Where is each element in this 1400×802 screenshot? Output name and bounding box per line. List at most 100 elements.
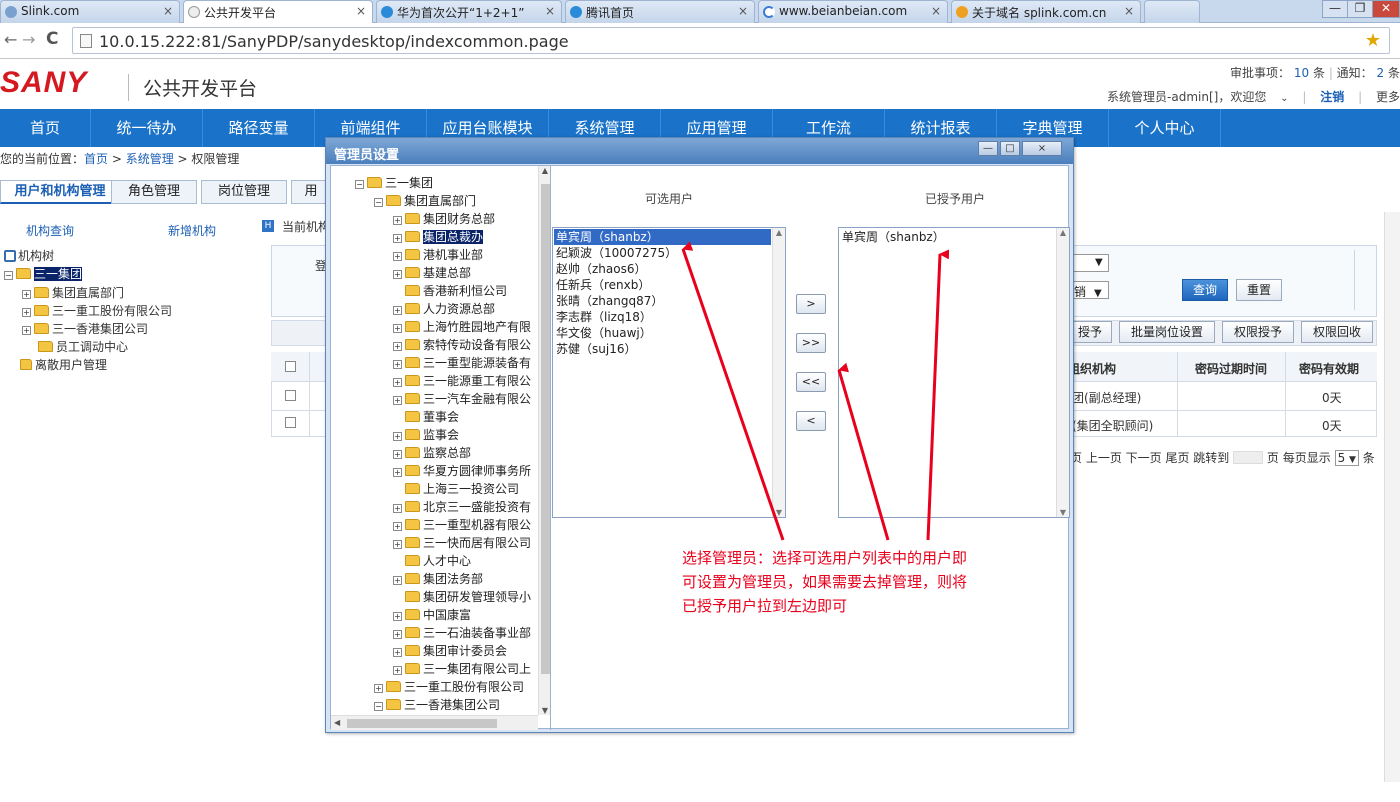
dialog-tree-node[interactable]: + 人力资源总部 <box>393 300 495 317</box>
user-list-item[interactable]: 任新兵（renxb） <box>554 277 771 293</box>
expand-icon[interactable]: + <box>393 234 402 243</box>
expand-icon[interactable]: + <box>393 666 402 675</box>
dialog-tree-node[interactable]: 董事会 <box>393 408 459 425</box>
expand-icon[interactable]: + <box>393 612 402 621</box>
expand-icon[interactable]: + <box>393 216 402 225</box>
forward-icon[interactable]: → <box>22 30 35 49</box>
dialog-tree-node[interactable]: + 监察总部 <box>393 444 471 461</box>
user-list-item[interactable]: 张晴（zhangq87） <box>554 293 771 309</box>
dialog-tree-node[interactable]: + 集团审计委员会 <box>393 642 507 659</box>
tree-horizontal-scrollbar[interactable]: ◀ <box>331 715 538 730</box>
collapse-icon[interactable]: − <box>374 702 383 711</box>
expand-icon[interactable]: + <box>393 270 402 279</box>
collapse-icon[interactable]: − <box>4 271 13 280</box>
dialog-tree-node[interactable]: + 三一重工股份有限公司 <box>374 678 524 695</box>
dialog-tree-node[interactable]: + 集团财务总部 <box>393 210 495 227</box>
header-pw-expire[interactable]: 密码过期时间 <box>1195 360 1267 377</box>
expand-icon[interactable]: + <box>393 378 402 387</box>
collapse-icon[interactable]: − <box>374 198 383 207</box>
org-tree-root[interactable]: 机构树 <box>4 247 54 264</box>
header-org[interactable]: 组织机构 <box>1068 360 1116 377</box>
expand-icon[interactable]: + <box>393 522 402 531</box>
scroll-down-icon[interactable]: ▼ <box>1057 508 1069 517</box>
scroll-left-icon[interactable]: ◀ <box>334 718 340 727</box>
dialog-tree-node[interactable]: − 三一香港集团公司 <box>374 696 500 713</box>
breadcrumb-home[interactable]: 首页 <box>84 152 108 166</box>
close-icon[interactable]: × <box>163 4 173 18</box>
expand-icon[interactable]: + <box>393 306 402 315</box>
reset-button[interactable]: 重置 <box>1236 279 1282 301</box>
close-icon[interactable]: × <box>931 4 941 18</box>
query-button[interactable]: 查询 <box>1182 279 1228 301</box>
breadcrumb-system[interactable]: 系统管理 <box>126 152 174 166</box>
collapse-icon[interactable]: − <box>355 180 364 189</box>
tab-positions[interactable]: 岗位管理 <box>201 180 287 204</box>
close-window-button[interactable]: ✕ <box>1372 0 1400 18</box>
remove-user-button[interactable]: < <box>796 411 826 431</box>
user-list-item[interactable]: 李志群（lizq18） <box>554 309 771 325</box>
nav-home[interactable]: 首页 <box>0 109 91 147</box>
dialog-tree-node[interactable]: + 华夏方圆律师事务所 <box>393 462 531 479</box>
expand-icon[interactable]: + <box>393 432 402 441</box>
back-icon[interactable]: ← <box>4 30 17 49</box>
tree-node-discrete[interactable]: 离散用户管理 <box>20 356 107 373</box>
tree-node-hk[interactable]: + 三一香港集团公司 <box>22 320 148 337</box>
expand-icon[interactable]: + <box>393 540 402 549</box>
dialog-tree-node[interactable]: + 三一石油装备事业部 <box>393 624 531 641</box>
expand-icon[interactable]: + <box>374 684 383 693</box>
minimize-window-button[interactable]: — <box>1322 0 1348 18</box>
page-size-select[interactable]: 5 ▼ <box>1334 450 1359 466</box>
dialog-tree-node[interactable]: + 中国康富 <box>393 606 471 623</box>
address-bar[interactable]: 10.0.15.222:81/SanyPDP/sanydesktop/index… <box>72 27 1390 54</box>
close-icon[interactable]: × <box>738 4 748 18</box>
scroll-thumb[interactable] <box>347 719 497 728</box>
expand-icon[interactable]: + <box>22 308 31 317</box>
tree-node-direct[interactable]: + 集团直属部门 <box>22 284 124 301</box>
page-jump-input[interactable] <box>1233 451 1264 464</box>
scroll-thumb[interactable] <box>541 184 550 674</box>
dialog-tree-node[interactable]: + 三一快而居有限公司 <box>393 534 531 551</box>
dialog-tree-node[interactable]: + 三一能源重工有限公 <box>393 372 531 389</box>
tree-node-heavy[interactable]: + 三一重工股份有限公司 <box>22 302 172 319</box>
browser-tab-platform[interactable]: 公共开发平台 × <box>183 0 373 24</box>
dialog-minimize-button[interactable]: — <box>978 141 998 156</box>
expand-icon[interactable]: + <box>393 360 402 369</box>
dialog-close-button[interactable]: × <box>1022 141 1062 156</box>
tab-users-orgs[interactable]: 用户和机构管理 <box>0 180 120 204</box>
grant-button[interactable]: 授予 <box>1068 321 1112 343</box>
expand-icon[interactable]: + <box>393 648 402 657</box>
scroll-up-icon[interactable]: ▲ <box>773 228 785 237</box>
dialog-tree-node[interactable]: + 三一重型机器有限公 <box>393 516 531 533</box>
scroll-up-icon[interactable]: ▲ <box>1057 228 1069 237</box>
select-dropdown-1[interactable]: ▼ <box>1072 254 1109 272</box>
expand-icon[interactable]: + <box>393 324 402 333</box>
user-list-item[interactable]: 纪颖波（10007275） <box>554 245 771 261</box>
tab-roles[interactable]: 角色管理 <box>111 180 197 204</box>
tree-node-sany-group[interactable]: − 三一集团 <box>4 265 83 282</box>
user-list-item[interactable]: 单宾周（shanbz） <box>840 229 1055 245</box>
close-icon[interactable]: × <box>356 4 366 18</box>
expand-icon[interactable]: + <box>393 252 402 261</box>
browser-tab-slink[interactable]: Slink.com × <box>0 0 180 23</box>
dialog-tree-node[interactable]: 集团研发管理领导小 <box>393 588 531 605</box>
list-scrollbar[interactable]: ▲ ▼ <box>1056 228 1069 517</box>
permission-grant-button[interactable]: 权限授予 <box>1222 321 1294 343</box>
batch-position-button[interactable]: 批量岗位设置 <box>1119 321 1215 343</box>
logout-link[interactable]: 注销 <box>1320 90 1344 104</box>
dialog-tree-node[interactable]: 香港新利恒公司 <box>393 282 507 299</box>
dialog-tree-node[interactable]: − 三一集团 <box>355 174 433 191</box>
header-pw-validity[interactable]: 密码有效期 <box>1299 360 1359 377</box>
dialog-tree-node[interactable]: + 三一汽车金融有限公 <box>393 390 531 407</box>
dialog-tree-node[interactable]: + 上海竹胜园地产有限 <box>393 318 531 335</box>
browser-tab-tencent[interactable]: 腾讯首页 × <box>565 0 755 23</box>
expand-icon[interactable]: + <box>393 504 402 513</box>
remove-all-users-button[interactable]: << <box>796 372 826 392</box>
dialog-tree-node[interactable]: + 港机事业部 <box>393 246 483 263</box>
select-dropdown-2[interactable]: 销 ▼ <box>1072 281 1109 299</box>
scroll-down-icon[interactable]: ▼ <box>773 508 785 517</box>
row-checkbox[interactable] <box>285 417 296 428</box>
dialog-tree-node[interactable]: + 三一集团有限公司上 <box>393 660 531 677</box>
chevron-down-icon[interactable]: ⌄ <box>1280 93 1288 104</box>
add-org-link[interactable]: 新增机构 <box>168 222 216 239</box>
dialog-tree-node[interactable]: + 索特传动设备有限公 <box>393 336 531 353</box>
